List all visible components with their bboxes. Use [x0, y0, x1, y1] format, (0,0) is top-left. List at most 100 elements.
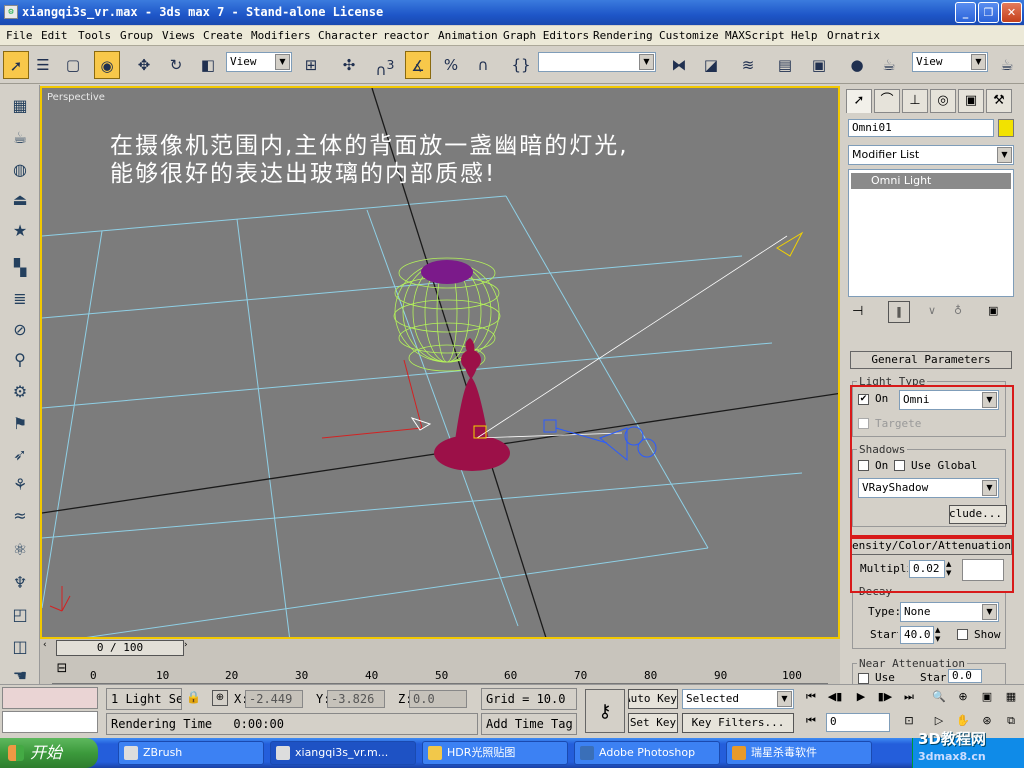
menu-help[interactable]: Help [791, 29, 818, 42]
task-hdr-folder[interactable]: HDR光照贴图 [422, 741, 568, 765]
key-filters-button[interactable]: Key Filters... [682, 713, 794, 733]
track-bar[interactable]: 0 10 20 30 40 50 60 70 80 90 100 [40, 657, 840, 684]
wave-icon[interactable]: ≈ [7, 503, 33, 529]
minimize-button[interactable]: _ [955, 2, 976, 23]
object-color-swatch[interactable] [998, 119, 1014, 137]
menu-animation[interactable]: Animation [438, 29, 498, 42]
atom-icon[interactable]: ⚛ [7, 537, 33, 563]
maxscript-input[interactable] [2, 711, 98, 733]
scale-icon[interactable]: ◧ [195, 51, 221, 79]
weathervane-icon[interactable]: ⚑ [7, 411, 33, 437]
tab-modify[interactable]: ⌒ [874, 89, 900, 113]
snap-toggle-icon[interactable]: ∩3 [372, 51, 398, 79]
menu-customize[interactable]: Customize [659, 29, 719, 42]
stack-item-omni-light[interactable]: Omni Light [851, 173, 1011, 189]
tube-icon[interactable]: ⊘ [7, 317, 33, 343]
gear-icon[interactable]: ⚙ [7, 379, 33, 405]
mirror-icon[interactable]: ⧓ [666, 51, 692, 79]
menu-views[interactable]: Views [162, 29, 195, 42]
absolute-mode-icon[interactable]: ⊕ [212, 690, 228, 706]
window-crossing-icon[interactable]: ◉ [94, 51, 120, 79]
lock-selection-icon[interactable]: 🔒 [186, 690, 201, 704]
pivot-center-icon[interactable]: ⊞ [298, 51, 324, 79]
decay-start-field[interactable]: 40.0 [900, 626, 934, 644]
select-object-icon[interactable]: ➚ [3, 51, 29, 79]
decay-type-combo[interactable]: None ▼ [900, 602, 999, 622]
camera-icon[interactable]: ◫ [7, 634, 33, 660]
current-frame-field[interactable]: 0 [826, 713, 890, 732]
menu-modifiers[interactable]: Modifiers [251, 29, 311, 42]
angle-snap-icon[interactable]: ∡ [405, 51, 431, 79]
spring-icon[interactable]: ≣ [7, 286, 33, 312]
modifier-list-combo[interactable]: Modifier List ▼ [848, 145, 1014, 165]
edit-named-selection-icon[interactable]: {} [508, 51, 534, 79]
mini-curve-editor-icon[interactable]: ⊟ [52, 661, 72, 681]
start-button[interactable]: 开始 [0, 738, 98, 768]
next-frame-icon[interactable]: ▮▶ [874, 687, 896, 707]
menu-edit[interactable]: Edit [41, 29, 68, 42]
tab-create[interactable]: ➚ [846, 89, 872, 113]
zoom-icon[interactable]: 🔍 [928, 687, 950, 707]
perspective-viewport[interactable]: Perspective 在摄像机范围内,主体的背面放一盏幽暗的灯光, 能够很好的… [40, 86, 840, 639]
render-type-combo[interactable]: View ▼ [912, 52, 988, 72]
set-key-button[interactable]: Set Key [628, 713, 678, 733]
menu-create[interactable]: Create [203, 29, 243, 42]
show-checkbox[interactable] [957, 629, 968, 640]
named-selection-combo[interactable]: ▼ [538, 52, 656, 72]
key-mode-combo[interactable]: Selected ▼ [682, 689, 794, 709]
task-antivirus[interactable]: 瑞星杀毒软件 [726, 741, 872, 765]
percent-snap-icon[interactable]: % [438, 51, 464, 79]
tab-display[interactable]: ▣ [958, 89, 984, 113]
slider-prev-icon[interactable]: ‹ [43, 640, 55, 655]
configure-sets-icon[interactable]: ▣ [988, 304, 998, 317]
go-to-end-icon[interactable]: ⏭ [898, 687, 920, 707]
key-mode-toggle-icon[interactable]: ⏮ [800, 711, 822, 731]
menu-rendering[interactable]: Rendering [593, 29, 653, 42]
close-button[interactable]: ✕ [1001, 2, 1022, 23]
reference-coordinate-combo[interactable]: View ▼ [226, 52, 292, 72]
box-icon[interactable]: ▦ [7, 93, 33, 119]
task-photoshop[interactable]: Adobe Photoshop [574, 741, 720, 765]
slider-next-icon[interactable]: › [184, 640, 196, 655]
play-icon[interactable]: ▶ [850, 687, 872, 707]
remove-modifier-icon[interactable]: ♁ [954, 304, 962, 317]
material-editor-icon[interactable]: ● [844, 51, 870, 79]
set-key-icon[interactable]: ⚷ [585, 689, 625, 733]
previous-frame-icon[interactable]: ◀▮ [824, 687, 846, 707]
make-unique-icon[interactable]: ∨ [928, 304, 936, 317]
time-slider[interactable]: ‹ 0 / 100 › [40, 639, 840, 657]
menu-group[interactable]: Group [120, 29, 153, 42]
menu-reactor[interactable]: reactor [383, 29, 429, 42]
move-icon[interactable]: ✥ [131, 51, 157, 79]
tab-hierarchy[interactable]: ⊥ [902, 89, 928, 113]
region-select-icon[interactable]: ▢ [60, 51, 86, 79]
tab-motion[interactable]: ◎ [930, 89, 956, 113]
show-end-result-icon[interactable]: ‖ [888, 301, 910, 323]
task-3dsmax[interactable]: xiangqi3s_vr.m... [270, 741, 416, 765]
wrench-icon[interactable]: ⚲ [7, 347, 33, 373]
general-parameters-header[interactable]: General Parameters [850, 351, 1012, 369]
star-icon[interactable]: ★ [7, 218, 33, 244]
zoom-extents-icon[interactable]: ▣ [976, 687, 998, 707]
checker-icon[interactable]: ▚ [7, 255, 33, 281]
menu-maxscript[interactable]: MAXScript [725, 29, 785, 42]
quick-render-icon[interactable]: ☕ [994, 51, 1020, 79]
viewport-label[interactable]: Perspective [47, 92, 105, 103]
pin-stack-icon[interactable]: ⊣ [852, 304, 863, 319]
x-coordinate-field[interactable]: -2.449 [245, 690, 303, 708]
spinner-snap-icon[interactable]: ∩ [470, 51, 496, 79]
cone-icon[interactable]: ⏏ [7, 187, 33, 213]
biped-icon[interactable]: ♆ [7, 570, 33, 596]
bird-icon[interactable]: ➶ [7, 442, 33, 468]
zoom-all-icon[interactable]: ⊕ [952, 687, 974, 707]
sphere-icon[interactable]: ◍ [7, 157, 33, 183]
near-use-checkbox[interactable] [858, 673, 869, 684]
select-by-name-icon[interactable]: ☰ [30, 51, 56, 79]
auto-key-button[interactable]: Auto Key [628, 689, 678, 709]
layer-manager-icon[interactable]: ≋ [735, 51, 761, 79]
maximize-button[interactable]: ❐ [978, 2, 999, 23]
align-icon[interactable]: ◪ [698, 51, 724, 79]
bones-icon[interactable]: ⚘ [7, 472, 33, 498]
y-coordinate-field[interactable]: -3.826 [327, 690, 385, 708]
cylinder-icon[interactable]: ◰ [7, 602, 33, 628]
